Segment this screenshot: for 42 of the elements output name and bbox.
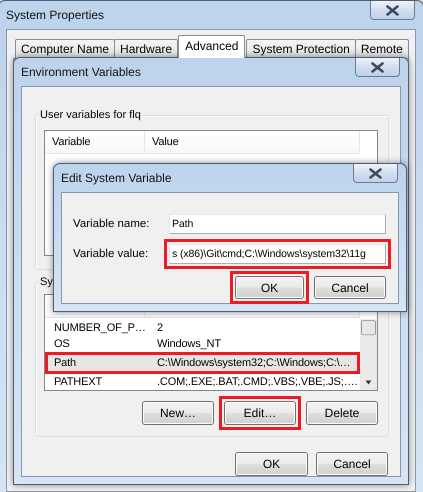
close-icon (386, 4, 399, 16)
scrollbar[interactable] (360, 319, 377, 390)
ok-button[interactable]: OK (235, 276, 304, 299)
tab[interactable]: Remote (354, 39, 409, 58)
list-row[interactable]: OS Windows_NT (48, 336, 357, 352)
variable-value: Windows_NT (156, 337, 221, 352)
group-label: User variables for flq (39, 108, 142, 123)
group-label: Sy (39, 275, 54, 290)
tab[interactable]: Advanced (178, 35, 246, 58)
ok-button[interactable]: OK (235, 452, 308, 476)
tab[interactable]: Hardware (114, 39, 178, 58)
window-title: Edit System Variable (61, 171, 172, 185)
close-icon (371, 62, 384, 72)
close-button[interactable] (355, 58, 400, 77)
variable-name: Path (53, 356, 78, 372)
window-title: System Properties (6, 8, 104, 22)
field-label: Variable name: (73, 218, 150, 230)
close-button[interactable] (353, 164, 398, 183)
variable-name: NUMBER_OF_P… (53, 321, 147, 336)
variable-value: .COM;.EXE;.BAT;.CMD;.VBS;.VBE;.JS;…. (156, 375, 358, 390)
input-field[interactable]: s (x86)\Git\cmd;C:\Windows\system32\11g (169, 244, 386, 264)
column-header[interactable]: Variable (45, 131, 145, 153)
list-row[interactable]: PATHEXT .COM;.EXE;.BAT;.CMD;.VBS;.VBE;.JS;…. (48, 374, 358, 390)
close-button[interactable] (370, 1, 415, 20)
delete-button[interactable]: Delete (306, 401, 378, 426)
input-field[interactable]: Path (169, 214, 386, 234)
variable-name: OS (53, 337, 71, 352)
list-row[interactable]: NUMBER_OF_P… 2 (48, 320, 357, 336)
variable-value: 2 (156, 321, 163, 336)
list-row[interactable]: Path C:\Windows\system32;C:\Windows;C:\… (48, 355, 357, 372)
close-icon (369, 168, 382, 178)
new-button[interactable]: New… (142, 401, 214, 426)
window-title: Environment Variables (21, 65, 141, 79)
field-label: Variable value: (73, 248, 150, 260)
cancel-button[interactable]: Cancel (314, 276, 386, 299)
tab[interactable]: Computer Name (15, 39, 116, 58)
column-header[interactable]: Value (145, 131, 360, 153)
cancel-button[interactable]: Cancel (316, 452, 388, 476)
edit-button[interactable]: Edit… (224, 401, 296, 426)
variable-name: PATHEXT (53, 375, 104, 390)
tab[interactable]: System Protection (246, 39, 356, 58)
variable-value: C:\Windows\system32;C:\Windows;C:\… (156, 356, 350, 372)
